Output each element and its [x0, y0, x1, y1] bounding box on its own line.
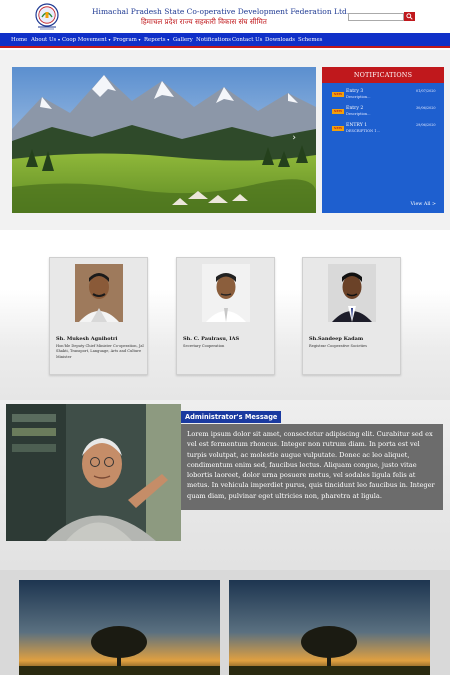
search-icon — [406, 13, 413, 20]
administrator-photo — [6, 404, 181, 541]
admin-message-box: Lorem ipsum dolor sit amet, consectetur … — [181, 424, 443, 510]
official-name: Sh. C. Paulrasu, IAS — [183, 336, 240, 342]
nav-coop-movement-label: Coop Movement — [62, 37, 107, 43]
notification-title: ENTRY 1 — [346, 123, 368, 128]
official-photo — [75, 264, 123, 322]
search-button[interactable] — [404, 12, 415, 21]
search-input[interactable] — [348, 13, 404, 21]
nav-downloads-label: Downloads — [265, 37, 296, 43]
official-photo — [328, 264, 376, 322]
official-name: Sh.Sandeep Kadam — [309, 336, 364, 342]
official-card[interactable]: Sh. Mukesh Agnihotri Hon'ble Deputy Chie… — [49, 257, 148, 375]
official-designation: Registrar Cooperative Societies — [309, 344, 368, 348]
notification-title: Entry 3 — [346, 89, 364, 94]
official-portrait-image — [75, 264, 123, 322]
sunset-tree-image — [229, 580, 430, 675]
nav-program-label: Program — [113, 37, 137, 43]
new-badge-icon: NEW — [332, 126, 344, 131]
notification-date: 30/06/2020 — [416, 106, 436, 110]
notification-date: 01/07/2020 — [416, 89, 436, 93]
notification-date: 29/06/2020 — [416, 123, 436, 127]
nav-about-us-label: About Us — [31, 37, 57, 43]
notification-title: Entry 2 — [346, 106, 364, 111]
nav-notifications[interactable]: Notifications — [196, 37, 231, 43]
nav-notifications-label: Notifications — [196, 37, 232, 43]
nav-contact-us[interactable]: Contact Us — [232, 37, 262, 43]
chevron-down-icon: ▾ — [138, 37, 141, 42]
nav-home-label: Home — [11, 37, 28, 43]
nav-contact-us-label: Contact Us — [232, 37, 263, 43]
mountain-landscape-image — [12, 67, 316, 213]
notification-item[interactable]: NEW Entry 3 Description... 01/07/2020 — [332, 89, 440, 103]
official-photo — [202, 264, 250, 322]
federation-logo[interactable] — [34, 3, 60, 31]
image-slider[interactable]: › — [12, 67, 316, 213]
nav-gallery-label: Gallery — [173, 37, 193, 43]
slider-next-button[interactable]: › — [292, 133, 296, 143]
nav-about-us[interactable]: About Us ▾ — [31, 37, 60, 43]
official-designation: Hon'ble Deputy Chief Minister Co-operati… — [56, 344, 144, 359]
nav-coop-movement[interactable]: Coop Movement ▾ — [62, 37, 110, 43]
page: Himachal Pradesh State Co-operative Deve… — [0, 0, 450, 675]
nav-reports[interactable]: Reports ▾ — [144, 37, 169, 43]
gallery-image[interactable] — [229, 580, 430, 675]
new-badge-icon: NEW — [332, 109, 344, 114]
nav-home[interactable]: Home — [11, 37, 27, 43]
nav-gallery[interactable]: Gallery — [173, 37, 193, 43]
view-all-link[interactable]: View All > — [411, 202, 436, 207]
chevron-down-icon: ▾ — [167, 37, 170, 42]
administrator-image — [6, 404, 181, 541]
nav-downloads[interactable]: Downloads — [265, 37, 295, 43]
admin-message-text: Lorem ipsum dolor sit amet, consectetur … — [187, 430, 435, 500]
nav-schemes-label: Schemes — [298, 37, 323, 43]
nav-reports-label: Reports — [144, 37, 166, 43]
notifications-heading: NOTIFICATIONS — [322, 67, 444, 83]
official-card[interactable]: Sh.Sandeep Kadam Registrar Cooperative S… — [302, 257, 401, 375]
notifications-panel: NOTIFICATIONS NEW Entry 3 Description...… — [322, 67, 444, 213]
official-portrait-image — [202, 264, 250, 322]
notification-item[interactable]: NEW Entry 2 Description... 30/06/2020 — [332, 106, 440, 120]
main-nav: Home About Us ▾ Coop Movement ▾ Program … — [0, 33, 450, 48]
notification-description: DESCRIPTION 1... — [346, 129, 381, 133]
official-name: Sh. Mukesh Agnihotri — [56, 336, 118, 342]
nav-program[interactable]: Program ▾ — [113, 37, 141, 43]
official-card[interactable]: Sh. C. Paulrasu, IAS Secretary Cooperati… — [176, 257, 275, 375]
site-header: Himachal Pradesh State Co-operative Deve… — [0, 0, 450, 33]
notification-description: Description... — [346, 95, 371, 99]
site-title-hindi: हिमाचल प्रदेश राज्य सहकारी विकास संघ सीम… — [141, 17, 267, 26]
notification-item[interactable]: NEW ENTRY 1 DESCRIPTION 1... 29/06/2020 — [332, 123, 440, 137]
official-designation: Secretary Cooperation — [183, 344, 225, 348]
admin-message-heading: Administrator's Message — [181, 411, 282, 423]
chevron-down-icon: ▾ — [57, 37, 60, 42]
site-title-english: Himachal Pradesh State Co-operative Deve… — [92, 7, 350, 16]
nav-schemes[interactable]: Schemes — [298, 37, 322, 43]
new-badge-icon: NEW — [332, 92, 344, 97]
chevron-down-icon: ▾ — [108, 37, 111, 42]
sunset-tree-image — [19, 580, 220, 675]
gallery-image[interactable] — [19, 580, 220, 675]
official-portrait-image — [328, 264, 376, 322]
notification-description: Description... — [346, 112, 371, 116]
